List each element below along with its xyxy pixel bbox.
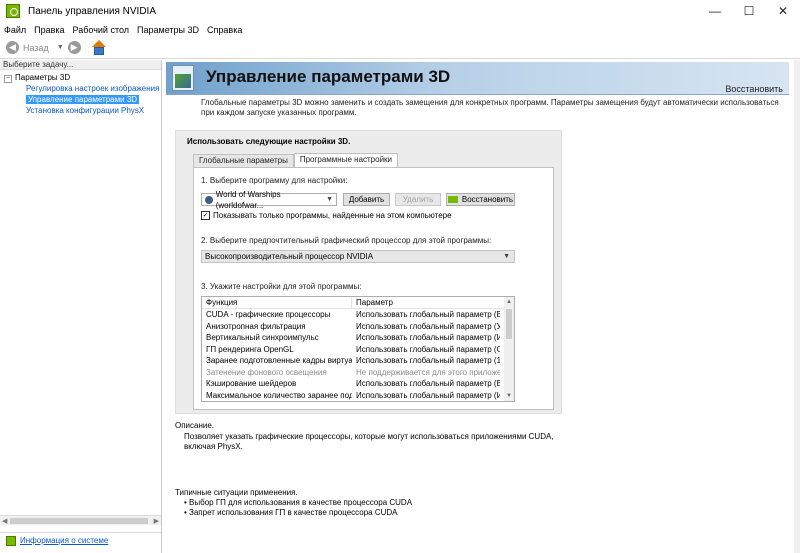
program-icon bbox=[205, 195, 213, 204]
step-3-label: 3. Укажите настройки для этой программы: bbox=[201, 282, 362, 291]
table-row[interactable]: Заранее подготовленные кадры виртуа... Ис… bbox=[202, 355, 514, 367]
chevron-down-icon[interactable]: ▼ bbox=[57, 44, 64, 51]
table-row[interactable]: ГП рендеринга OpenGL Использовать глобаль… bbox=[202, 344, 514, 356]
task-pane: Выберите задачу... − Параметры 3D Регулир… bbox=[0, 60, 162, 553]
feature-table-scrollbar[interactable]: ▲ ▼ bbox=[504, 297, 514, 401]
tree-item-image-settings[interactable]: Регулировка настроек изображения с п bbox=[0, 83, 161, 94]
window-controls: — ☐ ✕ bbox=[698, 0, 800, 22]
page-banner: Управление параметрами 3D Восстановить bbox=[166, 62, 789, 95]
window-title: Панель управления NVIDIA bbox=[28, 5, 156, 17]
tree-node-3d-settings[interactable]: − Параметры 3D bbox=[0, 72, 161, 83]
maximize-button[interactable]: ☐ bbox=[732, 0, 766, 22]
table-row[interactable]: Вертикальный синхроимпульс Использовать г… bbox=[202, 332, 514, 344]
forward-button[interactable]: ▶ bbox=[67, 41, 81, 54]
table-row[interactable]: CUDA - графические процессоры Использоват… bbox=[202, 309, 514, 321]
menu-file[interactable]: Файл bbox=[0, 25, 30, 35]
back-label: Назад bbox=[23, 42, 49, 53]
collapse-icon[interactable]: − bbox=[4, 75, 12, 83]
title-bar: Панель управления NVIDIA — ☐ ✕ bbox=[0, 0, 800, 22]
scroll-up-icon[interactable]: ▲ bbox=[504, 297, 514, 307]
description-text: Позволяет указать графические процессоры… bbox=[184, 432, 554, 451]
gpu-select[interactable]: Высокопроизводительный процессор NVIDIA … bbox=[201, 250, 515, 263]
system-info-link[interactable]: Информация о системе bbox=[20, 536, 108, 545]
description-label: Описание. bbox=[175, 421, 215, 430]
show-found-programs-checkbox[interactable]: ✓ Показывать только программы, найденные… bbox=[201, 211, 452, 220]
program-settings-panel: 1. Выберите программу для настройки: Wor… bbox=[193, 167, 554, 410]
usage-list: • Выбор ГП для использования в качестве … bbox=[184, 498, 412, 518]
column-header-feature[interactable]: Функция bbox=[202, 297, 352, 308]
task-pane-header: Выберите задачу... bbox=[0, 60, 161, 70]
table-row[interactable]: Максимальное количество заранее под... Ис… bbox=[202, 390, 514, 402]
menu-desktop[interactable]: Рабочий стол bbox=[69, 25, 134, 35]
step-1-label: 1. Выберите программу для настройки: bbox=[201, 176, 348, 185]
system-info-icon bbox=[6, 535, 16, 546]
arrow-left-icon: ◀ bbox=[6, 41, 19, 54]
list-item: • Запрет использования ГП в качестве про… bbox=[184, 508, 398, 517]
tree-item-physx[interactable]: Установка конфигурации PhysX bbox=[0, 105, 161, 116]
nvidia-app-icon bbox=[6, 4, 20, 18]
settings-title: Использовать следующие настройки 3D. bbox=[187, 137, 351, 146]
table-row[interactable]: Кэширование шейдеров Использовать глобаль… bbox=[202, 378, 514, 390]
add-button[interactable]: Добавить bbox=[343, 193, 390, 206]
list-item: • Выбор ГП для использования в качестве … bbox=[184, 498, 413, 507]
scroll-left-icon[interactable]: ◀ bbox=[2, 517, 7, 525]
intro-text: Глобальные параметры 3D можно заменить и… bbox=[201, 98, 779, 117]
remove-button[interactable]: Удалить bbox=[395, 193, 441, 206]
menu-3d-settings[interactable]: Параметры 3D bbox=[133, 25, 203, 35]
chevron-down-icon: ▼ bbox=[503, 253, 510, 260]
content-scrollbar[interactable] bbox=[794, 60, 800, 553]
main-content: Управление параметрами 3D Восстановить Г… bbox=[163, 60, 800, 553]
settings-tabs: Глобальные параметры Программные настрой… bbox=[193, 153, 399, 167]
tree-item-manage-3d[interactable]: Управление параметрами 3D bbox=[0, 94, 161, 105]
chevron-down-icon: ▼ bbox=[326, 196, 333, 203]
3d-settings-icon bbox=[172, 65, 194, 91]
minimize-button[interactable]: — bbox=[698, 0, 732, 22]
scroll-right-icon[interactable]: ▶ bbox=[154, 517, 159, 525]
column-header-setting[interactable]: Параметр bbox=[352, 297, 393, 308]
scroll-thumb[interactable] bbox=[10, 518, 148, 524]
home-icon[interactable] bbox=[91, 39, 107, 56]
program-select[interactable]: World of Warships (worldofwar... ▼ bbox=[201, 190, 337, 210]
arrow-right-icon: ▶ bbox=[67, 41, 81, 54]
tab-program-settings[interactable]: Программные настройки bbox=[293, 153, 399, 167]
feature-table: Функция Параметр CUDA - графические проц… bbox=[201, 296, 515, 402]
scroll-thumb[interactable] bbox=[506, 309, 512, 339]
table-row[interactable]: Анизотропная фильтрация Использовать глоб… bbox=[202, 321, 514, 333]
restore-link[interactable]: Восстановить bbox=[725, 84, 783, 94]
back-button[interactable]: ◀ Назад ▼ bbox=[6, 41, 64, 54]
close-button[interactable]: ✕ bbox=[766, 0, 800, 22]
feature-table-header: Функция Параметр bbox=[202, 297, 514, 309]
usage-label: Типичные ситуации применения. bbox=[175, 488, 298, 497]
nvidia-icon bbox=[447, 196, 458, 203]
system-info-footer: Информация о системе bbox=[0, 532, 161, 548]
step-2-label: 2. Выберите предпочтительный графический… bbox=[201, 236, 492, 245]
menu-edit[interactable]: Правка bbox=[30, 25, 68, 35]
restore-button[interactable]: Восстановить bbox=[446, 193, 515, 206]
menu-bar: Файл Правка Рабочий стол Параметры 3D Сп… bbox=[0, 22, 800, 37]
scroll-down-icon[interactable]: ▼ bbox=[504, 391, 514, 401]
settings-group: Использовать следующие настройки 3D. Гло… bbox=[175, 130, 562, 414]
menu-help[interactable]: Справка bbox=[203, 25, 246, 35]
horizontal-scrollbar[interactable]: ◀ ▶ bbox=[0, 515, 161, 525]
tab-global-settings[interactable]: Глобальные параметры bbox=[193, 154, 294, 167]
page-title: Управление параметрами 3D bbox=[206, 67, 451, 86]
table-row[interactable]: Затенение фонового освещения Не поддержив… bbox=[202, 367, 514, 379]
toolbar: ◀ Назад ▼ ▶ bbox=[0, 37, 800, 59]
task-tree: − Параметры 3D Регулировка настроек изобр… bbox=[0, 70, 161, 116]
checkbox-check-icon[interactable]: ✓ bbox=[201, 211, 210, 220]
